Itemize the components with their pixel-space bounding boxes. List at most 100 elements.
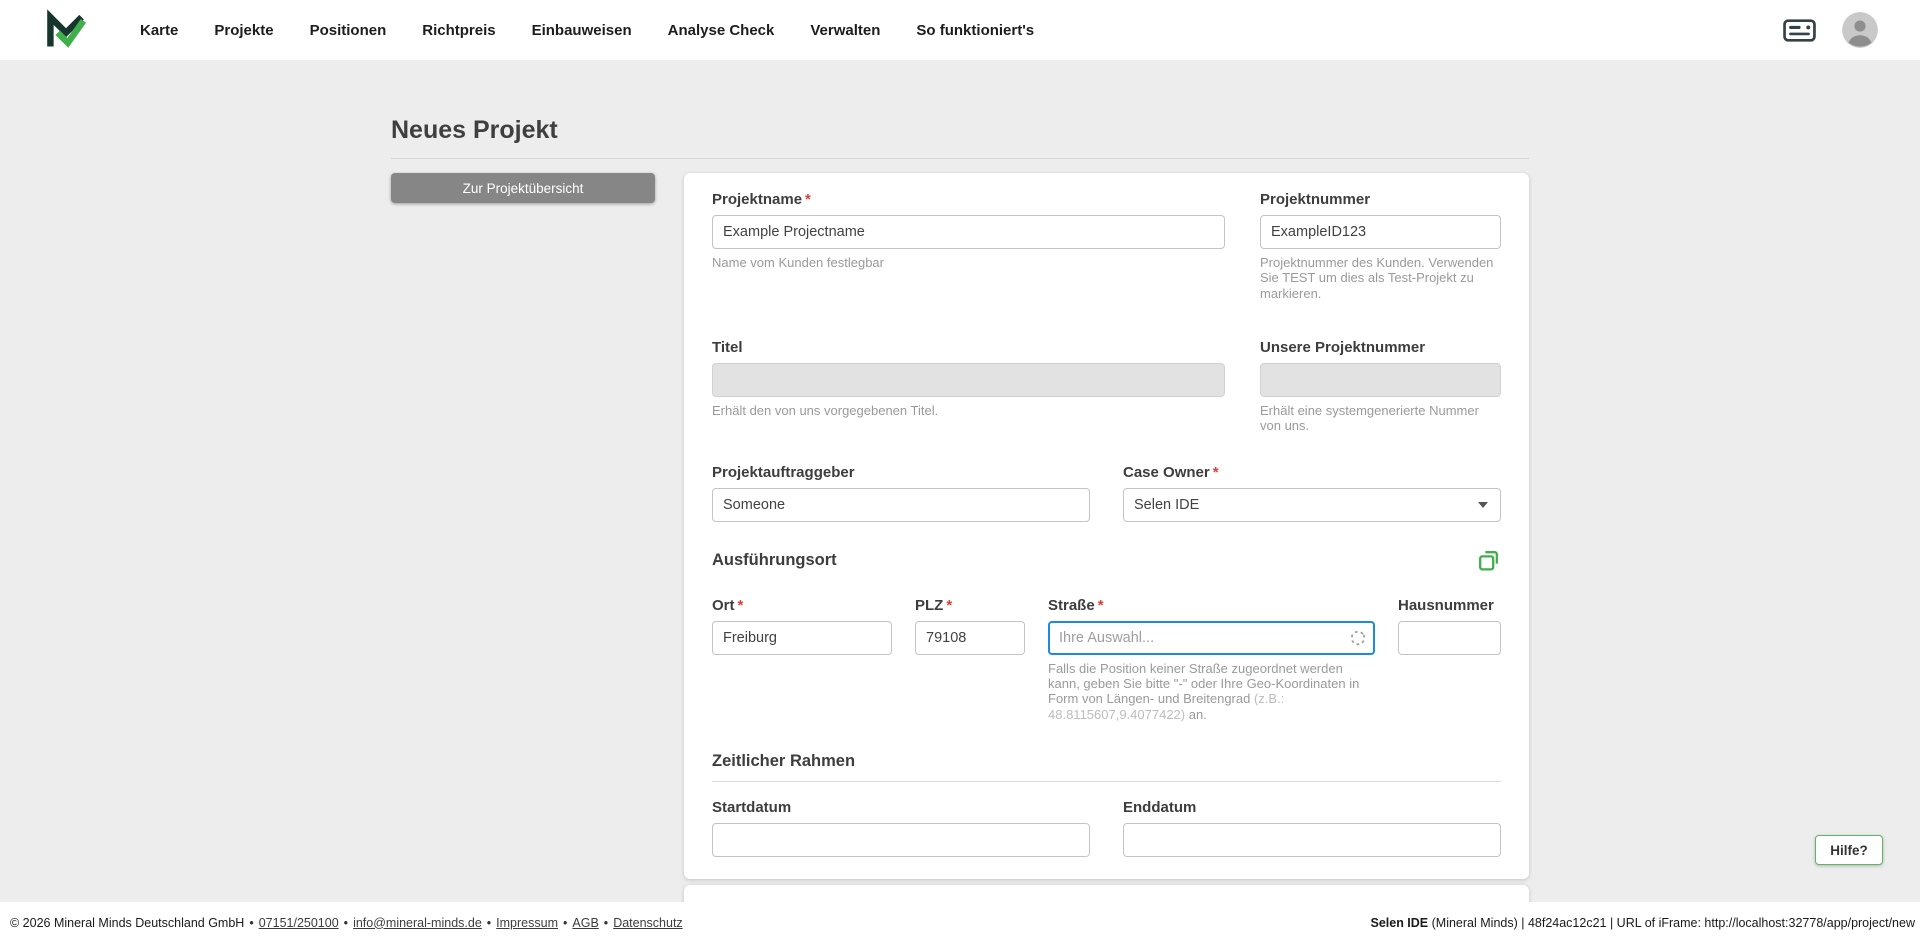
nav-item-karte[interactable]: Karte: [140, 22, 178, 39]
back-to-projects-button[interactable]: Zur Projektübersicht: [391, 173, 655, 203]
nav-item-projekte[interactable]: Projekte: [214, 22, 273, 39]
nav-item-positionen[interactable]: Positionen: [310, 22, 387, 39]
projektnummer-helper: Projektnummer des Kunden. Verwenden Sie …: [1260, 255, 1501, 301]
topbar-right: [1783, 12, 1878, 48]
projektnummer-input[interactable]: [1260, 215, 1501, 249]
unsere-projektnummer-label: Unsere Projektnummer: [1260, 339, 1501, 356]
strasse-label: Straße*: [1048, 597, 1375, 614]
footer-separator: •: [344, 916, 348, 930]
footer-separator: •: [249, 916, 253, 930]
field-strasse: Straße* Falls die Position keiner Straße…: [1048, 597, 1375, 722]
startdatum-label: Startdatum: [712, 799, 1090, 816]
copy-icon[interactable]: [1476, 548, 1501, 573]
footer-separator: •: [604, 916, 608, 930]
required-marker: *: [805, 191, 811, 208]
case-owner-select[interactable]: Selen IDE: [1123, 488, 1501, 522]
strasse-helper-suffix: an.: [1185, 707, 1207, 722]
user-avatar[interactable]: [1842, 12, 1878, 48]
field-case-owner: Case Owner* Selen IDE: [1123, 464, 1501, 522]
row-titel-unsere-projektnummer: Titel Erhält den von uns vorgegebenen Ti…: [712, 339, 1501, 434]
projektauftraggeber-input[interactable]: [712, 488, 1090, 522]
footer-link-agb[interactable]: AGB: [572, 916, 598, 930]
required-marker: *: [946, 597, 952, 614]
field-hausnummer: Hausnummer: [1398, 597, 1501, 722]
nav-item-analyse-check[interactable]: Analyse Check: [668, 22, 775, 39]
content-row: Zur Projektübersicht Projektname* Name v…: [391, 173, 1529, 879]
plz-label: PLZ*: [915, 597, 1025, 614]
field-unsere-projektnummer: Unsere Projektnummer Erhält eine systemg…: [1260, 339, 1501, 434]
plz-input[interactable]: [915, 621, 1025, 655]
help-button[interactable]: Hilfe?: [1815, 835, 1883, 865]
footer-link-impressum[interactable]: Impressum: [496, 916, 558, 930]
projektname-label-text: Projektname: [712, 191, 802, 208]
hausnummer-label: Hausnummer: [1398, 597, 1501, 614]
left-column: Zur Projektübersicht: [391, 173, 655, 203]
row-auftraggeber-caseowner: Projektauftraggeber Case Owner* Selen ID…: [712, 464, 1501, 522]
hausnummer-input[interactable]: [1398, 621, 1501, 655]
footer-separator: •: [487, 916, 491, 930]
footer-link-phone[interactable]: 07151/250100: [259, 916, 339, 930]
ort-input[interactable]: [712, 621, 892, 655]
case-owner-label-text: Case Owner: [1123, 464, 1210, 481]
footer: © 2026 Mineral Minds Deutschland GmbH • …: [0, 902, 1920, 943]
enddatum-label: Enddatum: [1123, 799, 1501, 816]
field-projektname: Projektname* Name vom Kunden festlegbar: [712, 191, 1225, 301]
startdatum-input[interactable]: [712, 823, 1090, 857]
section-ausfuehrungsort-header: Ausführungsort: [712, 548, 1501, 573]
projektname-helper: Name vom Kunden festlegbar: [712, 255, 1225, 270]
row-address: Ort* PLZ* Straße*: [712, 597, 1501, 722]
row-dates: Startdatum Enddatum: [712, 799, 1501, 857]
session-user: Selen IDE: [1370, 916, 1428, 930]
nav-item-einbauweisen[interactable]: Einbauweisen: [532, 22, 632, 39]
footer-copyright: © 2026 Mineral Minds Deutschland GmbH: [10, 916, 244, 930]
nav-item-richtpreis[interactable]: Richtpreis: [422, 22, 495, 39]
server-icon[interactable]: [1783, 17, 1816, 44]
required-marker: *: [738, 597, 744, 614]
main-content: Neues Projekt Zur Projektübersicht Proje…: [391, 60, 1529, 879]
titel-label: Titel: [712, 339, 1225, 356]
field-titel: Titel Erhält den von uns vorgegebenen Ti…: [712, 339, 1225, 434]
field-enddatum: Enddatum: [1123, 799, 1501, 857]
mineral-minds-logo[interactable]: [44, 7, 90, 53]
plz-label-text: PLZ: [915, 597, 943, 614]
footer-link-datenschutz[interactable]: Datenschutz: [613, 916, 682, 930]
zeitlicher-rahmen-title: Zeitlicher Rahmen: [712, 752, 855, 770]
case-owner-label: Case Owner*: [1123, 464, 1501, 481]
titel-input: [712, 363, 1225, 397]
projektauftraggeber-label: Projektauftraggeber: [712, 464, 1090, 481]
case-owner-selected-value: Selen IDE: [1134, 497, 1199, 513]
main-nav: Karte Projekte Positionen Richtpreis Ein…: [140, 22, 1034, 39]
strasse-helper-main: Falls die Position keiner Straße zugeord…: [1048, 661, 1359, 707]
field-projektauftraggeber: Projektauftraggeber: [712, 464, 1090, 522]
strasse-label-text: Straße: [1048, 597, 1095, 614]
loading-spinner-icon: [1349, 629, 1367, 647]
session-details: (Mineral Minds) | 48f24ac12c21 | URL of …: [1428, 916, 1915, 930]
field-ort: Ort*: [712, 597, 892, 722]
projektnummer-label: Projektnummer: [1260, 191, 1501, 208]
enddatum-input[interactable]: [1123, 823, 1501, 857]
strasse-helper: Falls die Position keiner Straße zugeord…: [1048, 661, 1375, 722]
section-zeitlicher-rahmen-header: Zeitlicher Rahmen: [712, 752, 1501, 771]
field-plz: PLZ*: [915, 597, 1025, 722]
strasse-input[interactable]: [1048, 621, 1375, 655]
required-marker: *: [1098, 597, 1104, 614]
project-form-card: Projektname* Name vom Kunden festlegbar …: [684, 173, 1529, 879]
nav-item-verwalten[interactable]: Verwalten: [810, 22, 880, 39]
ort-label-text: Ort: [712, 597, 735, 614]
footer-link-email[interactable]: info@mineral-minds.de: [353, 916, 482, 930]
title-divider: [391, 158, 1529, 159]
chevron-down-icon: [1478, 502, 1488, 508]
footer-session-info: Selen IDE (Mineral Minds) | 48f24ac12c21…: [1370, 916, 1915, 930]
nav-item-so-funktionierts[interactable]: So funktioniert's: [916, 22, 1034, 39]
logo-mark-icon: [44, 8, 88, 52]
footer-left: © 2026 Mineral Minds Deutschland GmbH • …: [10, 916, 683, 930]
projektname-label: Projektname*: [712, 191, 1225, 208]
footer-separator: •: [563, 916, 567, 930]
titel-helper: Erhält den von uns vorgegebenen Titel.: [712, 403, 1225, 418]
ort-label: Ort*: [712, 597, 892, 614]
ausfuehrungsort-title: Ausführungsort: [712, 551, 837, 570]
row-projektname-projektnummer: Projektname* Name vom Kunden festlegbar …: [712, 191, 1501, 301]
zeitlicher-rahmen-divider: [712, 781, 1501, 782]
field-projektnummer: Projektnummer Projektnummer des Kunden. …: [1260, 191, 1501, 301]
projektname-input[interactable]: [712, 215, 1225, 249]
